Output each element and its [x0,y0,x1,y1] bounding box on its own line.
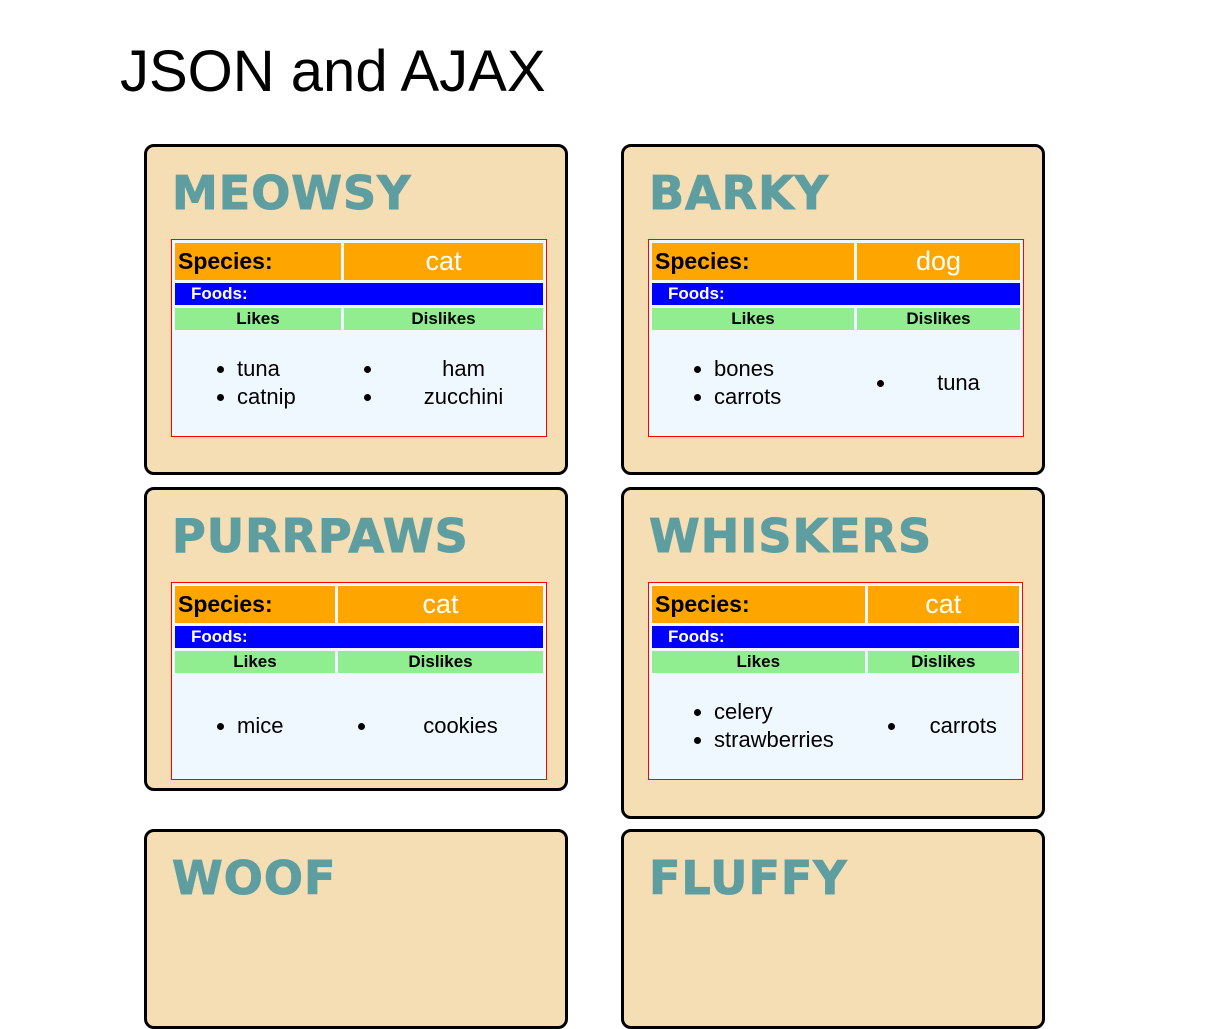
pet-name: Whiskers [648,509,933,564]
dislikes-cell: tuna [857,333,1020,433]
pet-name: Purrpaws [172,509,469,564]
likes-cell: celerystrawberries [652,676,865,776]
like-item: carrots [714,383,854,411]
dislikes-header: Dislikes [867,651,1019,673]
pet-card: Woof [144,829,568,1029]
likes-cell: tunacatnip [175,333,341,433]
pet-card: Fluffy [621,829,1045,1029]
species-value: cat [344,243,543,280]
dislikes-cell: carrots [868,676,1019,776]
like-item: catnip [237,383,341,411]
species-label: Species: [652,243,854,280]
like-item: mice [237,712,335,740]
likes-list: celerystrawberries [652,698,865,754]
likes-cell: bonescarrots [652,333,854,433]
species-label: Species: [175,586,335,623]
dislikes-list: hamzucchini [344,355,543,411]
like-item: celery [714,698,865,726]
dislikes-header: Dislikes [338,651,543,673]
species-value: dog [857,243,1020,280]
foods-label: Foods: [175,626,543,648]
pet-info-table: Species:cat Foods: LikesDislikes celerystra… [648,582,1023,780]
pet-name: Woof [171,851,337,906]
species-value: cat [867,586,1019,623]
likes-list: bonescarrots [652,355,854,411]
dislikes-cell: cookies [338,676,543,776]
likes-cell: mice [175,676,335,776]
species-value: cat [338,586,543,623]
foods-label: Foods: [175,283,543,305]
dislikes-list: cookies [338,712,543,740]
dislike-item: ham [384,355,543,383]
pet-info-table: Species:cat Foods: LikesDislikes mice cookie… [171,582,547,780]
species-label: Species: [652,586,865,623]
dislikes-header: Dislikes [344,308,543,330]
likes-header: Likes [652,308,854,330]
likes-header: Likes [652,651,865,673]
dislikes-list: carrots [868,712,1019,740]
pet-name: Barky [648,166,830,221]
dislike-item: tuna [897,369,1020,397]
pet-card: Meowsy Species:cat Foods: LikesDislikes tuna… [144,144,568,475]
pet-card: Barky Species:dog Foods: LikesDislikes bones… [621,144,1045,475]
like-item: bones [714,355,854,383]
likes-list: mice [175,712,335,740]
pet-info-table: Species:cat Foods: LikesDislikes tunacatnip… [171,239,547,437]
dislikes-header: Dislikes [857,308,1020,330]
dislikes-cell: hamzucchini [344,333,543,433]
dislikes-list: tuna [857,369,1020,397]
pet-name: Meowsy [171,166,412,221]
likes-header: Likes [175,308,341,330]
pet-card: Purrpaws Species:cat Foods: LikesDislikes mi… [144,487,568,791]
page-title: JSON and AJAX [120,39,546,104]
foods-label: Foods: [652,283,1020,305]
species-label: Species: [175,243,341,280]
likes-list: tunacatnip [175,355,341,411]
pet-name: Fluffy [649,851,848,906]
dislike-item: cookies [378,712,543,740]
dislike-item: carrots [908,712,1019,740]
pet-info-table: Species:dog Foods: LikesDislikes bonescarro… [648,239,1024,437]
pet-card: Whiskers Species:cat Foods: LikesDislikes ce… [621,487,1045,819]
dislike-item: zucchini [384,383,543,411]
likes-header: Likes [175,651,335,673]
like-item: strawberries [714,726,865,754]
foods-label: Foods: [652,626,1019,648]
like-item: tuna [237,355,341,383]
